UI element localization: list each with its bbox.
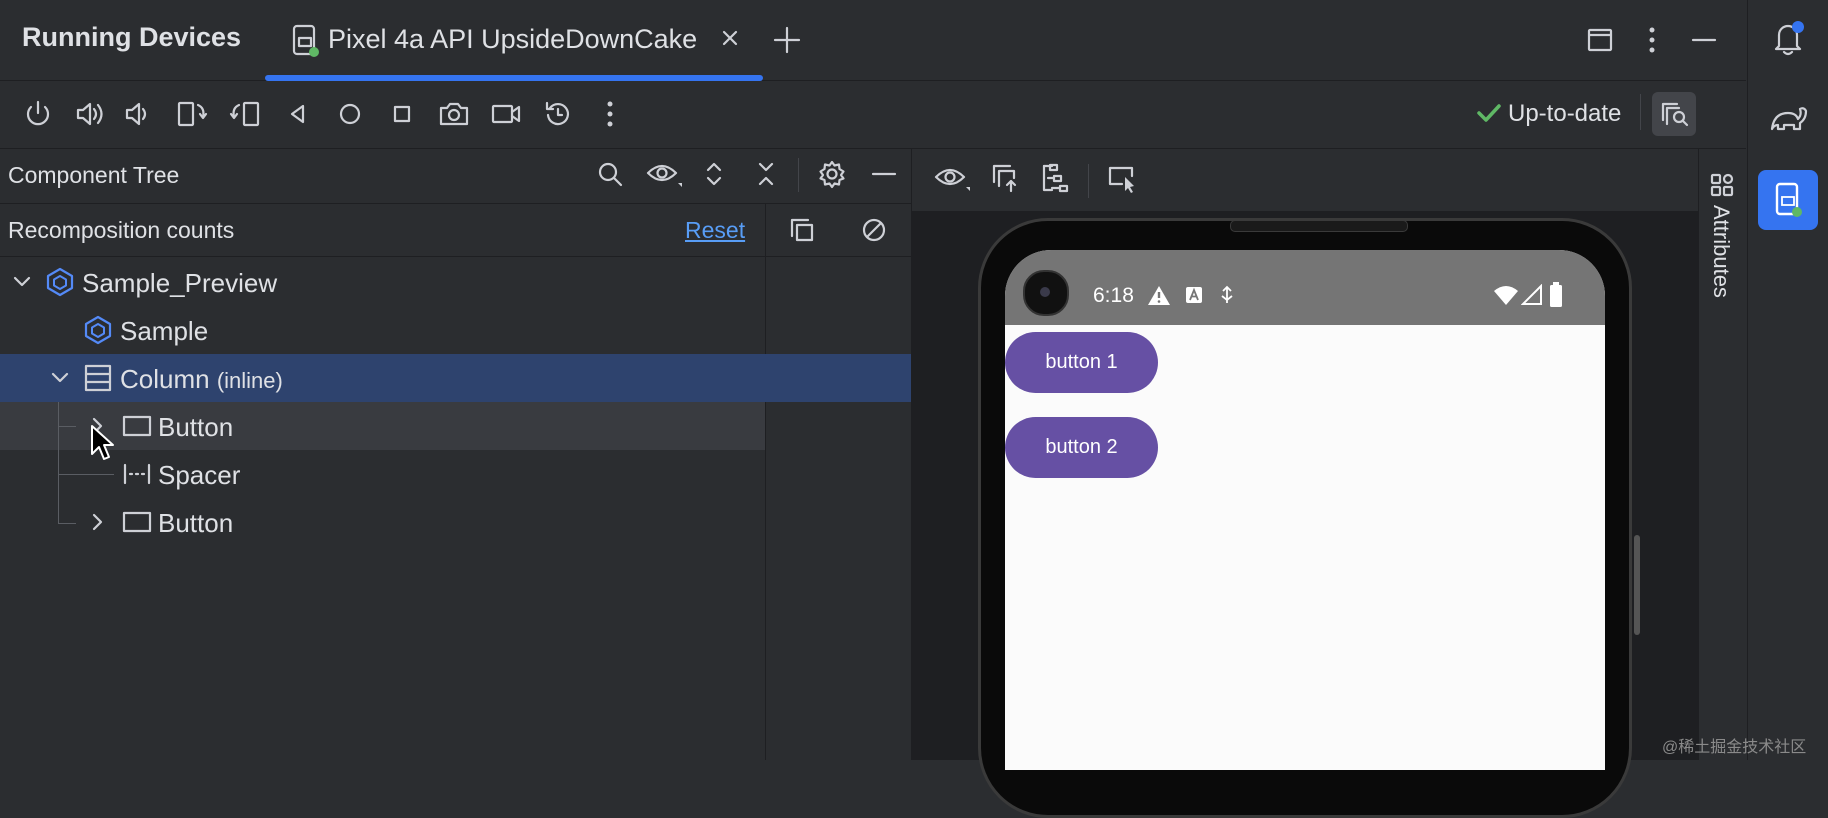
recomposition-counts-label: Recomposition counts [8, 217, 235, 243]
tool-window-title: Running Devices [22, 22, 242, 52]
tab-label: Pixel 4a API UpsideDownCake [328, 24, 698, 54]
home-icon[interactable] [330, 94, 370, 134]
expand-collapse-icon[interactable] [694, 154, 734, 194]
app-notification-icon [1185, 286, 1203, 304]
screenshot-icon[interactable] [434, 94, 474, 134]
tree-node-spacer[interactable]: Spacer [0, 450, 911, 498]
tab-device[interactable]: Pixel 4a API UpsideDownCake [265, 0, 763, 81]
select-component-icon[interactable] [1102, 158, 1142, 198]
attributes-label[interactable]: Attributes [1708, 205, 1734, 298]
device-view-toolbar [912, 149, 1698, 212]
compose-cube-icon [82, 314, 114, 346]
tree-node-label: Spacer [158, 460, 241, 490]
tree-guide-line [58, 474, 114, 475]
attributes-icon [1709, 172, 1735, 198]
minimize-icon[interactable] [864, 154, 904, 194]
reset-link[interactable]: Reset [685, 217, 745, 244]
header-divider [798, 158, 799, 192]
column-layout-icon [82, 362, 114, 394]
device-status-bar: 6:18 [1005, 250, 1605, 325]
layout-tree-icon[interactable] [1036, 158, 1076, 198]
power-icon[interactable] [18, 94, 58, 134]
rotate-right-icon[interactable] [225, 94, 265, 134]
hide-icon[interactable] [1684, 20, 1724, 60]
tool-window-header [0, 0, 1746, 81]
gradle-icon[interactable] [1768, 98, 1808, 138]
compose-cube-icon [44, 266, 76, 298]
spacer-icon [122, 462, 152, 486]
tree-node-label: Button [158, 508, 234, 538]
warning-icon [1147, 284, 1171, 306]
mouse-cursor-icon [90, 424, 116, 464]
search-icon[interactable] [590, 154, 630, 194]
collapse-all-icon[interactable] [746, 154, 786, 194]
back-icon[interactable] [278, 94, 318, 134]
button-icon [122, 510, 152, 534]
tree-node-sample[interactable]: Sample [0, 306, 911, 354]
gear-icon[interactable] [812, 154, 852, 194]
layout-inspector-toggle-icon[interactable] [1652, 92, 1696, 136]
tree-node-label: Sample_Preview [82, 268, 278, 298]
component-tree-title: Component Tree [8, 162, 180, 188]
tree-node-label: Column [120, 364, 210, 394]
visibility-icon[interactable] [930, 158, 976, 198]
device-button-2[interactable]: button 2 [1005, 417, 1158, 478]
check-icon [1476, 102, 1502, 124]
tree-node-suffix: (inline) [216, 368, 283, 393]
wifi-icon [1493, 284, 1519, 306]
tree-node-sample-preview[interactable]: Sample_Preview [0, 258, 911, 306]
new-tab-icon[interactable] [767, 20, 807, 60]
tree-node-column[interactable]: Column (inline) [0, 354, 911, 402]
volume-up-icon[interactable] [70, 94, 110, 134]
window-layout-icon[interactable] [1580, 20, 1620, 60]
device-side-button [1634, 535, 1640, 635]
watermark: @稀土掘金技术社区 [1662, 739, 1807, 756]
toolbar-divider [1640, 94, 1641, 130]
device-speaker [1230, 220, 1408, 232]
status-time: 6:18 [1093, 284, 1134, 307]
close-tab-icon[interactable] [720, 28, 740, 48]
device-screen[interactable]: 6:18 button 1 button 2 [1005, 250, 1605, 770]
chevron-down-icon[interactable] [12, 274, 32, 290]
device-button-1[interactable]: button 1 [1005, 332, 1158, 393]
screen-record-icon[interactable] [486, 94, 526, 134]
usb-debug-icon [1219, 285, 1235, 305]
running-devices-icon[interactable] [1758, 170, 1818, 230]
tree-guide-line [58, 426, 76, 427]
cell-signal-icon [1521, 284, 1543, 306]
disable-icon[interactable] [854, 210, 894, 250]
copy-icon[interactable] [782, 210, 822, 250]
volume-down-icon[interactable] [118, 94, 158, 134]
counts-cell [766, 402, 911, 450]
tree-node-label: Button [158, 412, 234, 442]
rotate-left-icon[interactable] [172, 94, 212, 134]
device-tab-icon [291, 24, 321, 58]
chevron-right-icon[interactable] [90, 512, 106, 532]
more-icon[interactable] [590, 94, 630, 134]
options-icon[interactable] [1632, 20, 1672, 60]
front-camera [1023, 270, 1069, 316]
battery-icon [1549, 282, 1563, 308]
button-icon [122, 414, 152, 438]
visibility-icon[interactable] [642, 154, 688, 194]
tree-node-button-2[interactable]: Button [0, 498, 911, 546]
toolbar-divider [1088, 164, 1089, 198]
tree-guide-line [58, 523, 76, 524]
notifications-icon[interactable] [1768, 18, 1808, 58]
tree-guide-line [58, 402, 59, 524]
tree-node-label: Sample [120, 316, 209, 346]
chevron-down-icon[interactable] [50, 370, 70, 386]
overview-icon[interactable] [382, 94, 422, 134]
layer-export-icon[interactable] [986, 158, 1026, 198]
status-label: Up-to-date [1508, 100, 1622, 127]
reset-icon[interactable] [538, 94, 578, 134]
